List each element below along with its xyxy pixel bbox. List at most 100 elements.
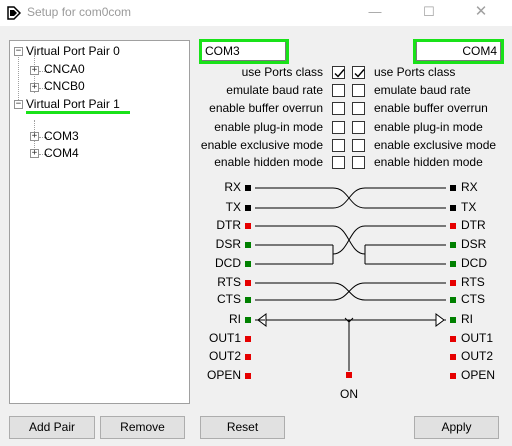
left-option-checkbox[interactable] <box>332 121 345 134</box>
expand-toggle-icon[interactable]: + <box>30 132 39 141</box>
ri-arrow-left-icon <box>255 313 267 327</box>
left-signal-label: OUT2 <box>208 349 241 363</box>
left-port-name-input[interactable]: COM3 <box>201 41 286 61</box>
left-option-checkbox[interactable] <box>332 66 345 79</box>
left-signal-pin <box>245 354 251 360</box>
right-signal-label: OUT2 <box>461 349 494 363</box>
right-signal-pin <box>450 297 456 303</box>
expand-toggle-icon[interactable]: + <box>30 149 39 158</box>
on-signal-pin <box>346 372 352 378</box>
left-signal-label: TX <box>225 200 241 214</box>
left-signal-label: OUT1 <box>208 331 241 345</box>
remove-button[interactable]: Remove <box>100 416 185 439</box>
right-option-label: emulate baud rate <box>374 83 471 97</box>
left-signal-label: OPEN <box>206 368 241 382</box>
left-signal-label: CTS <box>217 292 241 306</box>
left-signal-pin <box>245 261 251 267</box>
right-signal-label: DSR <box>461 237 487 251</box>
left-option-checkbox[interactable] <box>332 139 345 152</box>
left-option-checkbox[interactable] <box>332 156 345 169</box>
right-signal-label: TX <box>461 200 477 214</box>
left-option-checkbox[interactable] <box>332 102 345 115</box>
right-signal-pin <box>450 280 456 286</box>
tree-item-cncb0[interactable]: CNCB0 <box>44 79 85 93</box>
left-option-label: enable hidden mode <box>214 155 323 169</box>
left-option-label: use Ports class <box>241 65 323 79</box>
right-option-label: enable hidden mode <box>374 155 483 169</box>
right-signal-label: RX <box>461 180 478 194</box>
right-signal-label: OPEN <box>461 368 496 382</box>
right-signal-label: RTS <box>461 275 485 289</box>
left-signal-label: RTS <box>217 275 241 289</box>
apply-button[interactable]: Apply <box>414 416 499 439</box>
right-port-name-input[interactable]: COM4 <box>416 41 501 61</box>
left-option-checkbox[interactable] <box>332 84 345 97</box>
expand-toggle-icon[interactable]: + <box>30 83 39 92</box>
right-signal-label: RI <box>461 312 473 326</box>
ri-arrow-right-icon <box>435 313 445 327</box>
tree-item-cnca0[interactable]: CNCA0 <box>44 62 85 76</box>
right-option-checkbox[interactable] <box>352 156 365 169</box>
right-option-label: enable buffer overrun <box>374 101 488 115</box>
left-signal-pin <box>245 336 251 342</box>
left-signal-label: DTR <box>216 218 241 232</box>
tree-item-com3[interactable]: COM3 <box>44 129 79 143</box>
right-option-label: enable plug-in mode <box>374 120 483 134</box>
minimize-button[interactable]: — <box>352 0 398 26</box>
left-signal-pin <box>245 205 251 211</box>
close-button[interactable]: ✕ <box>458 0 504 26</box>
right-option-checkbox[interactable] <box>352 121 365 134</box>
add-pair-button[interactable]: Add Pair <box>9 416 95 439</box>
tree-connector <box>18 55 19 104</box>
title-bar: Setup for com0com — ☐ ✕ <box>0 0 512 26</box>
left-signal-label: RX <box>224 180 241 194</box>
right-signal-pin <box>450 317 456 323</box>
on-signal-label: ON <box>340 387 358 401</box>
selection-highlight <box>26 111 130 114</box>
com0com-app-icon <box>7 6 21 20</box>
right-option-checkbox[interactable] <box>352 84 365 97</box>
left-signal-label: DSR <box>215 237 241 251</box>
left-option-label: enable exclusive mode <box>200 138 323 152</box>
left-signal-pin <box>245 185 251 191</box>
left-option-label: enable buffer overrun <box>209 101 323 115</box>
right-signal-pin <box>450 242 456 248</box>
left-signal-pin <box>245 223 251 229</box>
right-option-checkbox[interactable] <box>352 139 365 152</box>
right-signal-pin <box>450 354 456 360</box>
left-signal-label: DCD <box>215 256 241 270</box>
left-signal-pin <box>245 317 251 323</box>
signal-wire <box>332 225 366 255</box>
collapse-toggle-icon[interactable]: − <box>14 47 23 56</box>
reset-button[interactable]: Reset <box>200 416 285 439</box>
right-signal-pin <box>450 336 456 342</box>
left-signal-pin <box>245 373 251 379</box>
left-signal-pin <box>245 280 251 286</box>
left-signal-pin <box>245 297 251 303</box>
right-option-checkbox[interactable] <box>352 102 365 115</box>
right-option-checkbox[interactable] <box>352 66 365 79</box>
right-option-label: enable exclusive mode <box>374 138 497 152</box>
right-signal-label: CTS <box>461 292 485 306</box>
left-option-label: enable plug-in mode <box>214 120 323 134</box>
right-signal-label: DTR <box>461 218 486 232</box>
right-signal-pin <box>450 205 456 211</box>
port-pairs-tree[interactable]: − Virtual Port Pair 0 + CNCA0 + CNCB0 − … <box>9 40 190 404</box>
maximize-button[interactable]: ☐ <box>406 0 452 26</box>
right-signal-pin <box>450 261 456 267</box>
expand-toggle-icon[interactable]: + <box>30 66 39 75</box>
tree-item-pair-0[interactable]: Virtual Port Pair 0 <box>26 44 120 58</box>
signal-wire <box>332 282 366 301</box>
left-signal-label: RI <box>229 312 241 326</box>
left-option-label: emulate baud rate <box>226 83 323 97</box>
right-option-label: use Ports class <box>374 65 456 79</box>
tree-item-com4[interactable]: COM4 <box>44 146 79 160</box>
right-signal-pin <box>450 373 456 379</box>
tree-item-pair-1[interactable]: Virtual Port Pair 1 <box>26 97 120 111</box>
collapse-toggle-icon[interactable]: − <box>14 100 23 109</box>
signal-wire <box>332 187 366 209</box>
right-signal-pin <box>450 223 456 229</box>
right-signal-pin <box>450 185 456 191</box>
left-signal-pin <box>245 242 251 248</box>
right-signal-label: DCD <box>461 256 487 270</box>
